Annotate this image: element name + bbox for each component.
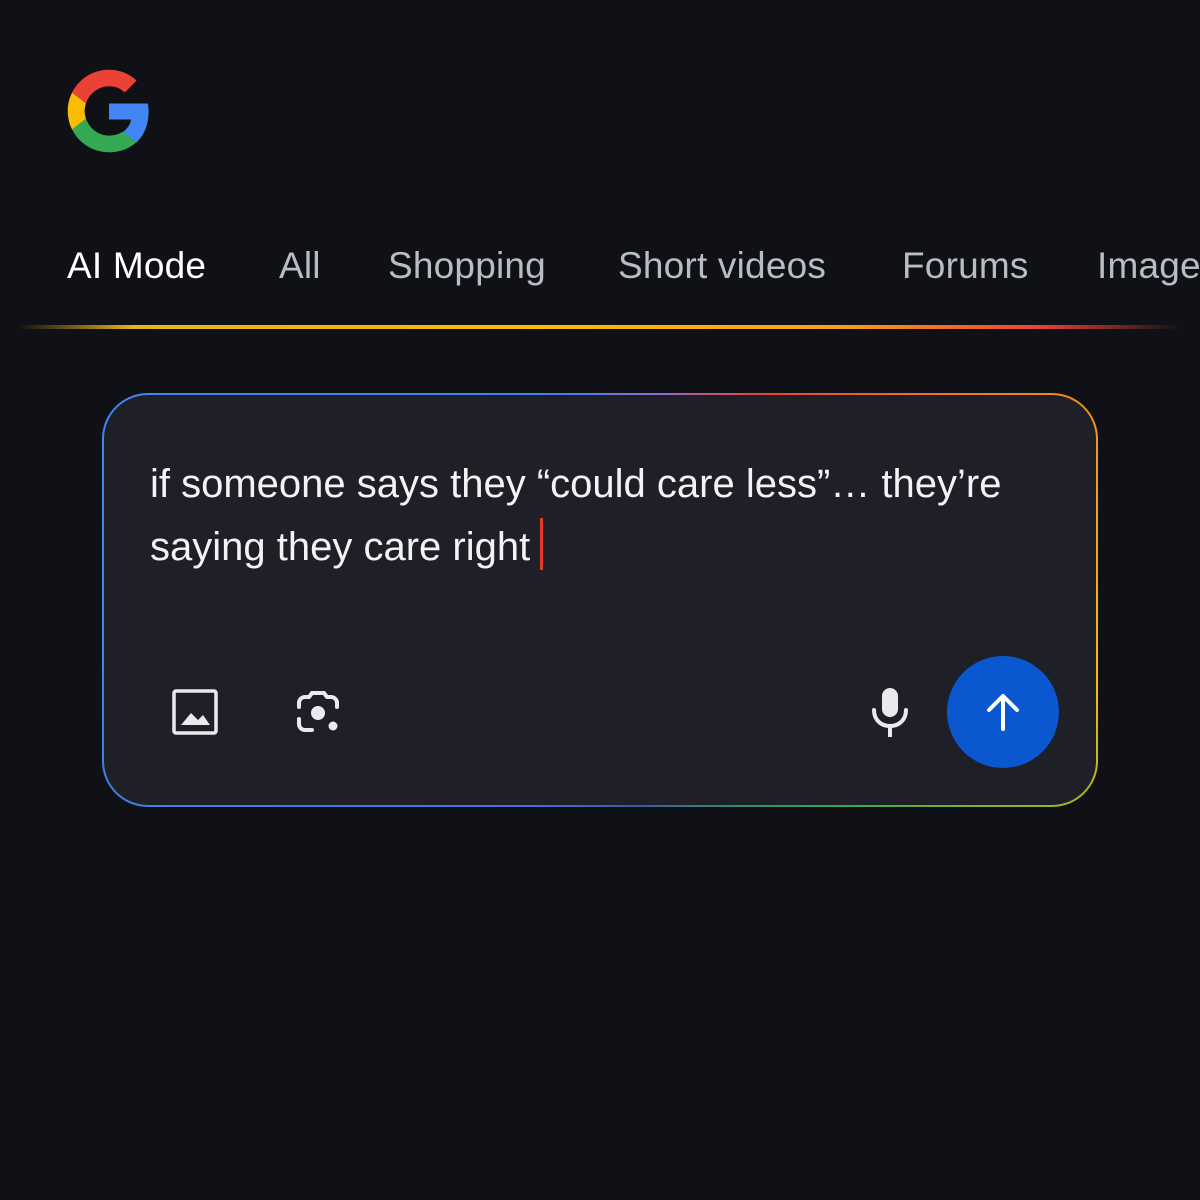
image-icon[interactable]	[170, 687, 220, 737]
search-query-text: if someone says they “could care less”… …	[150, 462, 1002, 569]
tab-short-videos[interactable]: Short videos	[618, 240, 826, 292]
tab-ai-mode[interactable]: AI Mode	[67, 240, 206, 292]
lens-camera-icon[interactable]	[294, 689, 342, 737]
microphone-icon[interactable]	[867, 685, 913, 741]
tab-all[interactable]: All	[279, 240, 321, 292]
send-button[interactable]	[947, 656, 1059, 768]
search-tabs: AI Mode All Shopping Short videos Forums…	[0, 240, 1200, 300]
search-input[interactable]: if someone says they “could care less”… …	[150, 453, 1050, 579]
active-tab-indicator	[18, 325, 1180, 329]
google-g-icon	[67, 69, 149, 153]
tab-images[interactable]: Images	[1097, 240, 1200, 292]
tab-shopping[interactable]: Shopping	[388, 240, 546, 292]
text-caret	[540, 518, 544, 570]
search-box-border: if someone says they “could care less”… …	[102, 393, 1098, 807]
tab-forums[interactable]: Forums	[902, 240, 1029, 292]
search-box[interactable]: if someone says they “could care less”… …	[104, 395, 1096, 805]
arrow-up-icon	[987, 694, 1019, 731]
